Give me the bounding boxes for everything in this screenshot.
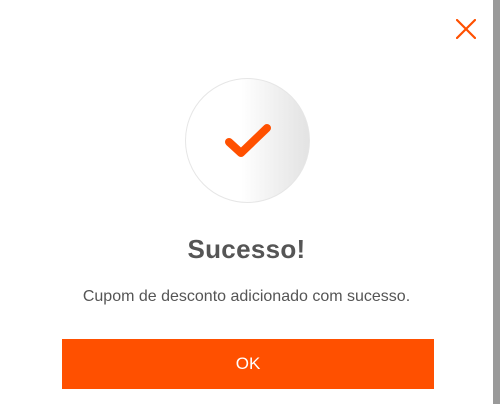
modal-message: Cupom de desconto adicionado com sucesso… xyxy=(82,288,411,305)
success-icon-circle xyxy=(185,78,310,203)
success-modal: Sucesso! Cupom de desconto adicionado co… xyxy=(0,0,493,404)
close-button[interactable] xyxy=(452,15,480,43)
checkmark-icon xyxy=(224,123,271,157)
close-icon xyxy=(456,19,476,39)
modal-title: Sucesso! xyxy=(187,234,306,264)
background-overlay xyxy=(493,0,500,404)
ok-button[interactable]: OK xyxy=(62,339,434,389)
